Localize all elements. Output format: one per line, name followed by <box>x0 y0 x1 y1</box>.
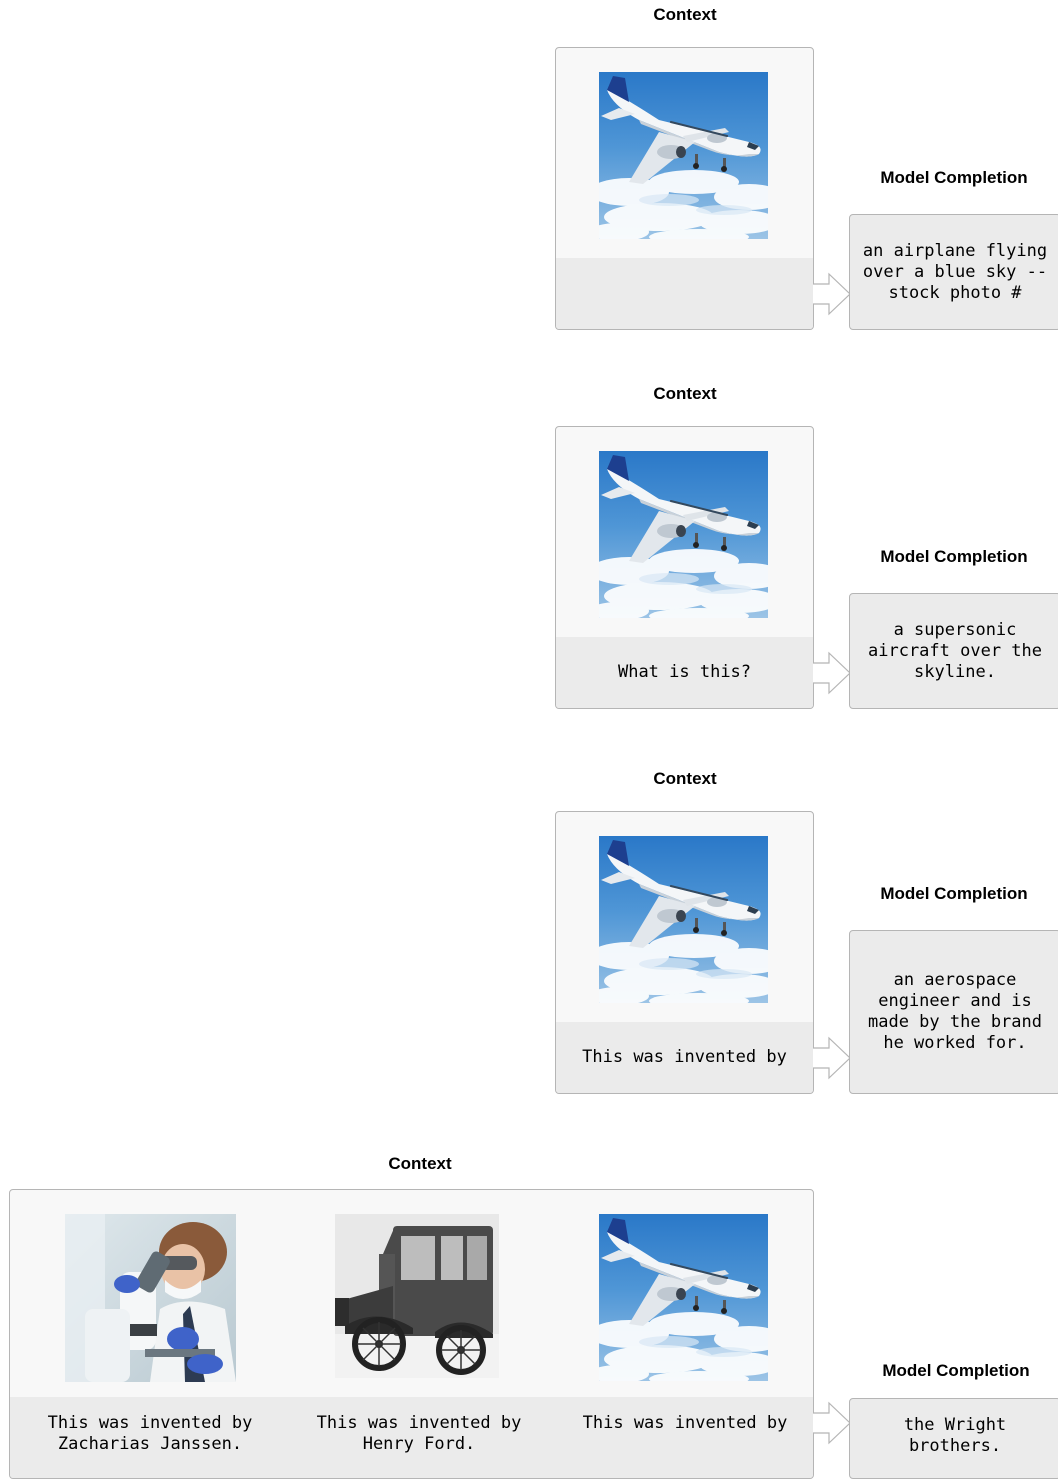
airplane-image <box>599 1214 768 1381</box>
airplane-image <box>599 836 768 1003</box>
completion-box: a supersonic aircraft over the skyline. <box>849 593 1058 709</box>
context-box <box>555 47 814 330</box>
scientist-microscope-image <box>65 1214 236 1382</box>
context-heading: Context <box>388 1154 452 1173</box>
context-heading: Context <box>653 769 717 788</box>
context-text-area: This was invented by Zacharias Janssen. … <box>10 1397 813 1478</box>
context-box: What is this? <box>555 426 814 709</box>
context-text: This was invented by Henry Ford. <box>316 1413 522 1454</box>
context-box: This was invented by <box>555 811 814 1094</box>
completion-box: an aerospace engineer and is made by the… <box>849 930 1058 1094</box>
arrow-right-icon <box>813 651 851 695</box>
context-text-area: What is this? <box>556 637 813 708</box>
completion-heading: Model Completion <box>880 168 1028 187</box>
context-box: This was invented by Zacharias Janssen. … <box>9 1189 814 1479</box>
airplane-image <box>599 72 768 239</box>
completion-box: the Wright brothers. <box>849 1398 1058 1479</box>
context-text: This was invented by <box>582 1413 788 1433</box>
arrow-right-icon <box>813 272 851 316</box>
completion-text: an airplane flying over a blue sky -- st… <box>862 240 1048 303</box>
context-heading: Context <box>653 384 717 403</box>
context-text: What is this? <box>617 662 752 682</box>
completion-heading: Model Completion <box>880 884 1028 903</box>
context-text-area: This was invented by <box>556 1022 813 1093</box>
completion-heading: Model Completion <box>882 1361 1030 1380</box>
context-heading: Context <box>653 5 717 24</box>
completion-text: the Wright brothers. <box>903 1414 1007 1456</box>
vintage-car-image <box>335 1214 499 1378</box>
completion-text: a supersonic aircraft over the skyline. <box>868 619 1042 682</box>
context-text: This was invented by <box>582 1047 787 1067</box>
completion-text: an aerospace engineer and is made by the… <box>868 970 1042 1053</box>
arrow-right-icon <box>813 1401 851 1445</box>
context-text: This was invented by Zacharias Janssen. <box>47 1413 253 1454</box>
context-text-area <box>556 258 813 329</box>
completion-box: an airplane flying over a blue sky -- st… <box>849 214 1058 330</box>
airplane-image <box>599 451 768 618</box>
completion-heading: Model Completion <box>880 547 1028 566</box>
arrow-right-icon <box>813 1036 851 1080</box>
